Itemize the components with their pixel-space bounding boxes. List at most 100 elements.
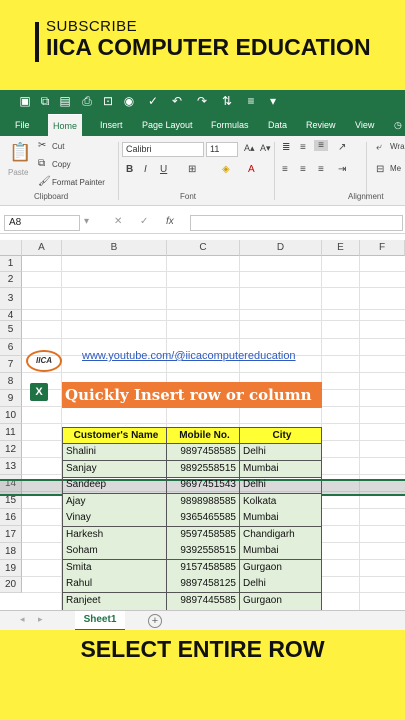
row-header[interactable]: 2 — [0, 272, 22, 288]
table-cell[interactable]: 9365465585 — [167, 510, 240, 527]
table-cell[interactable]: Delhi — [240, 477, 322, 494]
table-cell[interactable]: Vinay — [62, 510, 167, 527]
align-center-icon[interactable]: ≡ — [300, 164, 306, 175]
italic-button[interactable]: I — [144, 164, 147, 175]
tab-insert[interactable]: Insert — [95, 114, 128, 136]
column-header[interactable]: B — [62, 240, 167, 256]
name-box[interactable]: A8 — [4, 215, 80, 231]
copy-icon[interactable]: ⧉ — [38, 158, 45, 169]
formula-input[interactable] — [190, 215, 403, 231]
grow-font-icon[interactable]: A▴ — [244, 143, 255, 154]
row-header[interactable]: 1 — [0, 256, 22, 272]
row-header[interactable]: 4 — [0, 310, 22, 321]
table-cell[interactable]: Harkesh — [62, 526, 167, 544]
table-cell[interactable]: 9897445585 — [167, 592, 240, 610]
table-header-cell[interactable]: Customer's Name — [62, 427, 167, 444]
row-header[interactable]: 6 — [0, 339, 22, 356]
orientation-icon[interactable]: ↗ — [338, 142, 346, 153]
bold-button[interactable]: B — [126, 164, 133, 175]
align-bottom-icon[interactable]: ≡ — [314, 140, 328, 151]
tab-view[interactable]: View — [350, 114, 379, 136]
paste-button[interactable]: Paste — [8, 168, 28, 177]
print-icon[interactable]: ⎙ — [80, 94, 94, 108]
underline-button[interactable]: U — [160, 164, 167, 175]
table-cell[interactable]: Ranjeet — [62, 592, 167, 610]
merge-button[interactable]: Me — [390, 164, 401, 173]
copy-button[interactable]: Copy — [52, 160, 71, 169]
row-header[interactable]: 9 — [0, 390, 22, 407]
table-cell[interactable]: Delhi — [240, 444, 322, 461]
select-all-corner[interactable] — [0, 240, 22, 256]
tab-more-icon[interactable]: ◷ — [389, 114, 405, 136]
table-cell[interactable]: 9392558515 — [167, 543, 240, 560]
column-header[interactable]: E — [322, 240, 360, 256]
row-header[interactable]: 18 — [0, 543, 22, 560]
scroll-left-icon[interactable]: ◂ — [20, 614, 25, 625]
table-cell[interactable]: Rahul — [62, 576, 167, 593]
table-cell[interactable]: 9898988585 — [167, 493, 240, 511]
column-header[interactable]: A — [22, 240, 62, 256]
column-header[interactable]: F — [360, 240, 405, 256]
table-cell[interactable]: Shalini — [62, 444, 167, 461]
table-cell[interactable]: Ajay — [62, 493, 167, 511]
row-header[interactable]: 5 — [0, 321, 22, 339]
table-cell[interactable]: Mumbai — [240, 543, 322, 560]
youtube-link[interactable]: www.youtube.com/@iicacomputereducation — [82, 350, 296, 362]
table-cell[interactable]: Gurgaon — [240, 592, 322, 610]
row-header[interactable]: 16 — [0, 509, 22, 526]
wrap-text-button[interactable]: Wra — [390, 142, 405, 151]
table-cell[interactable]: Delhi — [240, 576, 322, 593]
table-cell[interactable]: 9892558515 — [167, 460, 240, 478]
new-file-icon[interactable]: ▣ — [18, 94, 32, 108]
align-top-icon[interactable]: ≣ — [282, 142, 290, 153]
camera-icon[interactable]: ◉ — [122, 94, 136, 108]
font-size-select[interactable]: 11 — [206, 142, 238, 157]
table-cell[interactable]: Sandeep — [62, 477, 167, 494]
table-cell[interactable]: 9697451543 — [167, 477, 240, 494]
tab-review[interactable]: Review — [301, 114, 341, 136]
indent-icon[interactable]: ⇥ — [338, 164, 346, 175]
table-cell[interactable]: Chandigarh — [240, 526, 322, 544]
sheet-tab-sheet1[interactable]: Sheet1 — [75, 611, 125, 630]
row-header[interactable]: 8 — [0, 373, 22, 390]
borders-icon[interactable]: ⊞ — [188, 164, 196, 175]
shrink-font-icon[interactable]: A▾ — [260, 143, 271, 154]
tab-home[interactable]: Home — [48, 114, 83, 136]
table-cell[interactable]: 9897458585 — [167, 444, 240, 461]
fill-color-icon[interactable]: ◈ — [222, 164, 230, 175]
merge-icon[interactable]: ⊟ — [376, 164, 384, 175]
scroll-right-icon[interactable]: ▸ — [38, 614, 43, 625]
table-header-cell[interactable]: Mobile No. — [167, 427, 240, 444]
row-header[interactable]: 19 — [0, 560, 22, 577]
tab-data[interactable]: Data — [263, 114, 292, 136]
sort-icon[interactable]: ⇅ — [220, 94, 234, 108]
spelling-icon[interactable]: ✓ — [146, 94, 160, 108]
undo-icon[interactable]: ↶ — [170, 94, 184, 108]
table-cell[interactable]: Soham — [62, 543, 167, 560]
customize-toolbar-icon[interactable]: ▾ — [266, 94, 280, 108]
row-header[interactable]: 11 — [0, 424, 22, 441]
row-header[interactable]: 17 — [0, 526, 22, 543]
open-icon[interactable]: ⧉ — [38, 94, 52, 108]
enter-icon[interactable]: ✓ — [140, 216, 148, 227]
table-cell[interactable]: 9597458585 — [167, 526, 240, 544]
table-cell[interactable]: Mumbai — [240, 510, 322, 527]
row-header[interactable]: 13 — [0, 458, 22, 475]
font-color-icon[interactable]: A — [248, 164, 255, 175]
tab-file[interactable]: File — [10, 114, 35, 136]
cancel-icon[interactable]: ✕ — [114, 216, 122, 227]
tab-page-layout[interactable]: Page Layout — [137, 114, 198, 136]
redo-icon[interactable]: ↷ — [195, 94, 209, 108]
filter-icon[interactable]: ≡ — [244, 94, 258, 108]
table-cell[interactable]: 9157458585 — [167, 559, 240, 577]
table-cell[interactable]: Kolkata — [240, 493, 322, 511]
align-right-icon[interactable]: ≡ — [318, 164, 324, 175]
paste-icon[interactable]: 📋 — [9, 142, 31, 163]
row-header[interactable]: 3 — [0, 288, 22, 310]
table-cell[interactable]: Gurgaon — [240, 559, 322, 577]
cut-button[interactable]: Cut — [52, 142, 64, 151]
align-middle-icon[interactable]: ≡ — [300, 142, 306, 153]
table-cell[interactable]: 9897458125 — [167, 576, 240, 593]
insert-function-icon[interactable]: fx — [166, 216, 174, 227]
align-left-icon[interactable]: ≡ — [282, 164, 288, 175]
